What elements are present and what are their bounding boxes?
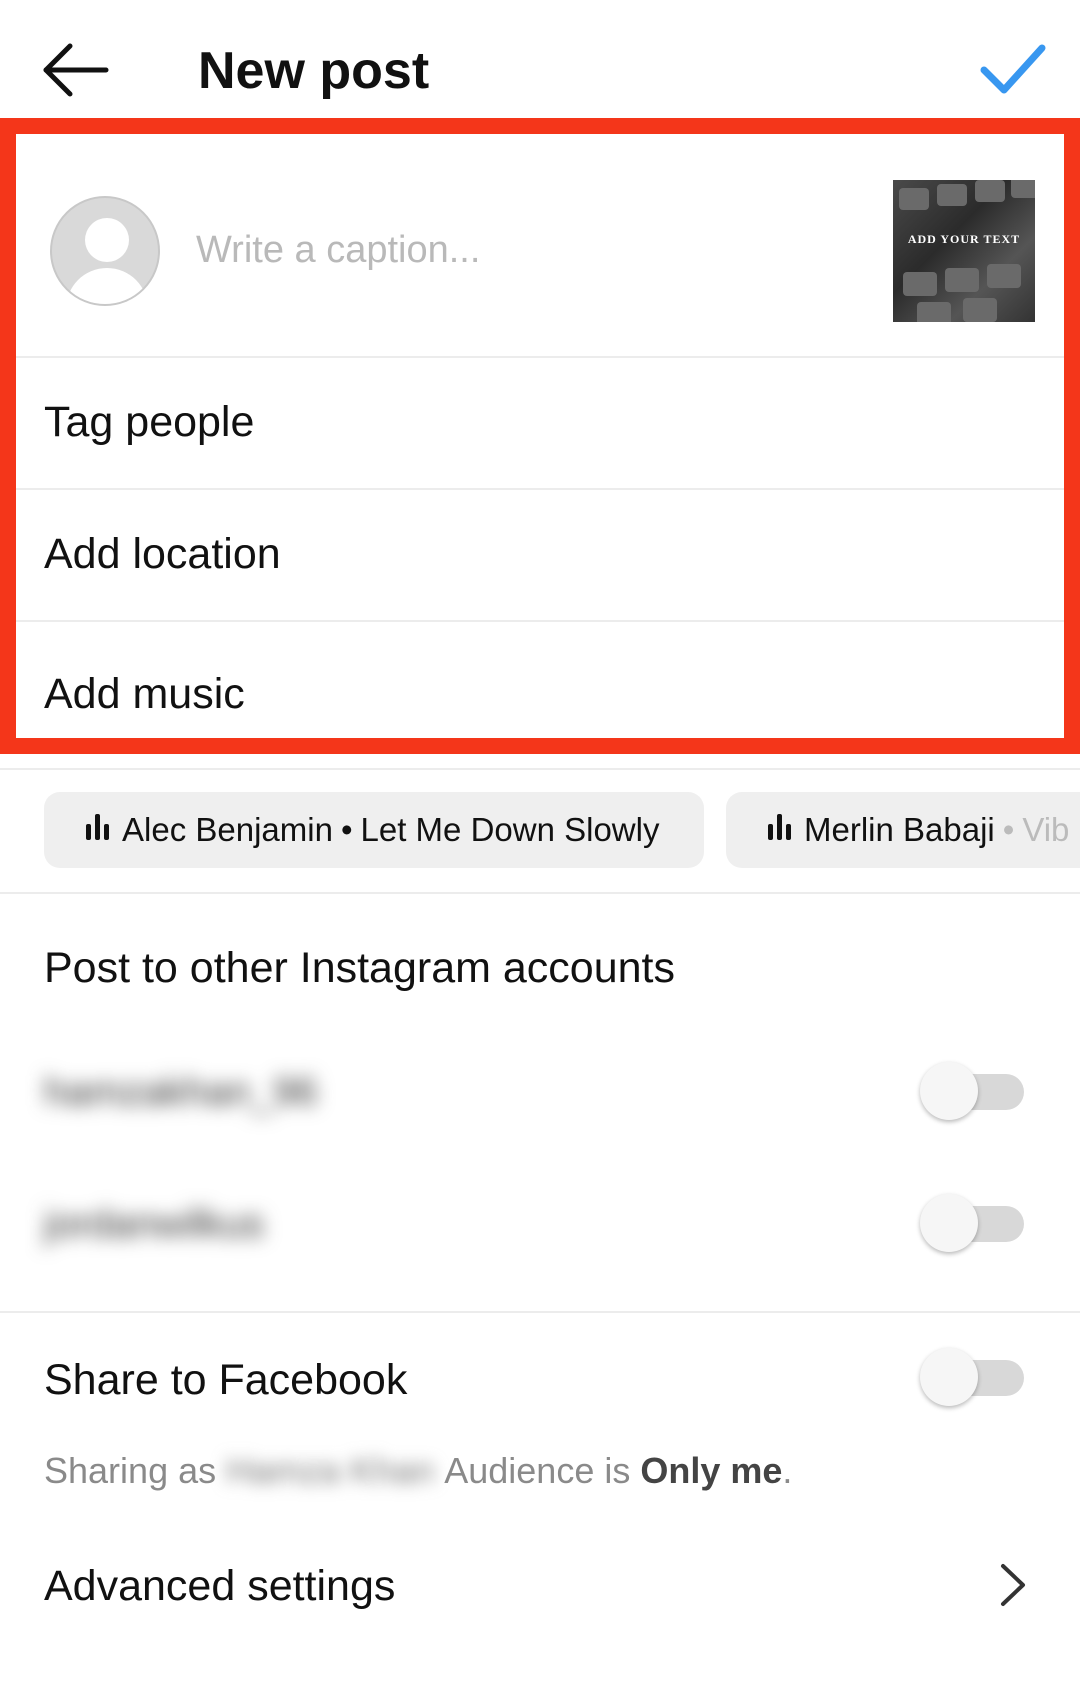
divider — [0, 488, 1080, 490]
other-accounts-heading: Post to other Instagram accounts — [44, 944, 675, 992]
add-location-option[interactable]: Add location — [44, 530, 281, 579]
avatar — [50, 196, 160, 306]
share-confirm-button[interactable] — [978, 40, 1048, 100]
audience-suffix: . — [782, 1450, 793, 1491]
sharing-info: Sharing as Hamza Khan Audience is Only me. — [44, 1450, 792, 1492]
audience-value[interactable]: Only me — [640, 1450, 782, 1491]
music-artist: Merlin Babaji — [804, 811, 995, 848]
account-toggle[interactable] — [920, 1060, 1024, 1122]
facebook-toggle[interactable] — [920, 1346, 1024, 1408]
advanced-settings-chevron[interactable] — [995, 1560, 1031, 1610]
thumbnail-key — [937, 184, 967, 206]
caption-input[interactable] — [196, 222, 856, 278]
music-song: Let Me Down Slowly — [360, 811, 660, 848]
sharing-prefix: Sharing as — [44, 1450, 217, 1491]
thumbnail-key — [917, 302, 951, 322]
audio-bars-icon — [766, 814, 792, 844]
thumbnail-key — [975, 180, 1005, 202]
toggle-knob — [920, 1194, 978, 1252]
post-thumbnail[interactable]: ADD YOUR TEXT — [893, 180, 1035, 322]
music-song: Vib — [1022, 811, 1070, 848]
share-to-facebook-label: Share to Facebook — [44, 1356, 408, 1404]
thumbnail-key — [987, 264, 1021, 288]
music-separator: • — [340, 811, 353, 848]
divider — [0, 768, 1080, 770]
toggle-knob — [920, 1348, 978, 1406]
sharing-name: Hamza Khan — [226, 1450, 435, 1491]
thumbnail-text: ADD YOUR TEXT — [907, 232, 1021, 246]
divider — [0, 892, 1080, 894]
divider — [0, 620, 1080, 622]
audience-prefix: Audience is — [444, 1450, 631, 1491]
checkmark-icon — [980, 44, 1046, 94]
account-name: jordanwilkus — [44, 1202, 265, 1246]
advanced-settings-option[interactable]: Advanced settings — [44, 1562, 395, 1611]
toggle-knob — [920, 1062, 978, 1120]
add-music-option[interactable]: Add music — [44, 670, 245, 719]
thumbnail-key — [945, 268, 979, 292]
divider — [0, 356, 1080, 358]
thumbnail-key — [1011, 180, 1035, 198]
music-artist: Alec Benjamin — [122, 811, 333, 848]
thumbnail-key — [903, 272, 937, 296]
back-button[interactable] — [40, 40, 112, 100]
thumbnail-key — [963, 298, 997, 322]
top-bar: New post — [0, 0, 1080, 118]
music-separator: • — [1002, 811, 1015, 848]
chevron-right-icon — [1001, 1564, 1025, 1606]
divider — [0, 1311, 1080, 1313]
account-toggle[interactable] — [920, 1192, 1024, 1254]
music-suggestion-chip[interactable]: Alec Benjamin • Let Me Down Slowly — [44, 792, 704, 868]
account-name: hamzakhan_96 — [44, 1070, 318, 1114]
page-title: New post — [198, 42, 430, 100]
avatar-body — [66, 268, 148, 304]
music-suggestion-chip[interactable]: Merlin Babaji • Vib — [726, 792, 1080, 868]
tag-people-option[interactable]: Tag people — [44, 398, 254, 447]
avatar-head — [85, 218, 129, 262]
arrow-left-icon — [43, 43, 109, 97]
audio-bars-icon — [84, 814, 110, 844]
thumbnail-key — [899, 188, 929, 210]
